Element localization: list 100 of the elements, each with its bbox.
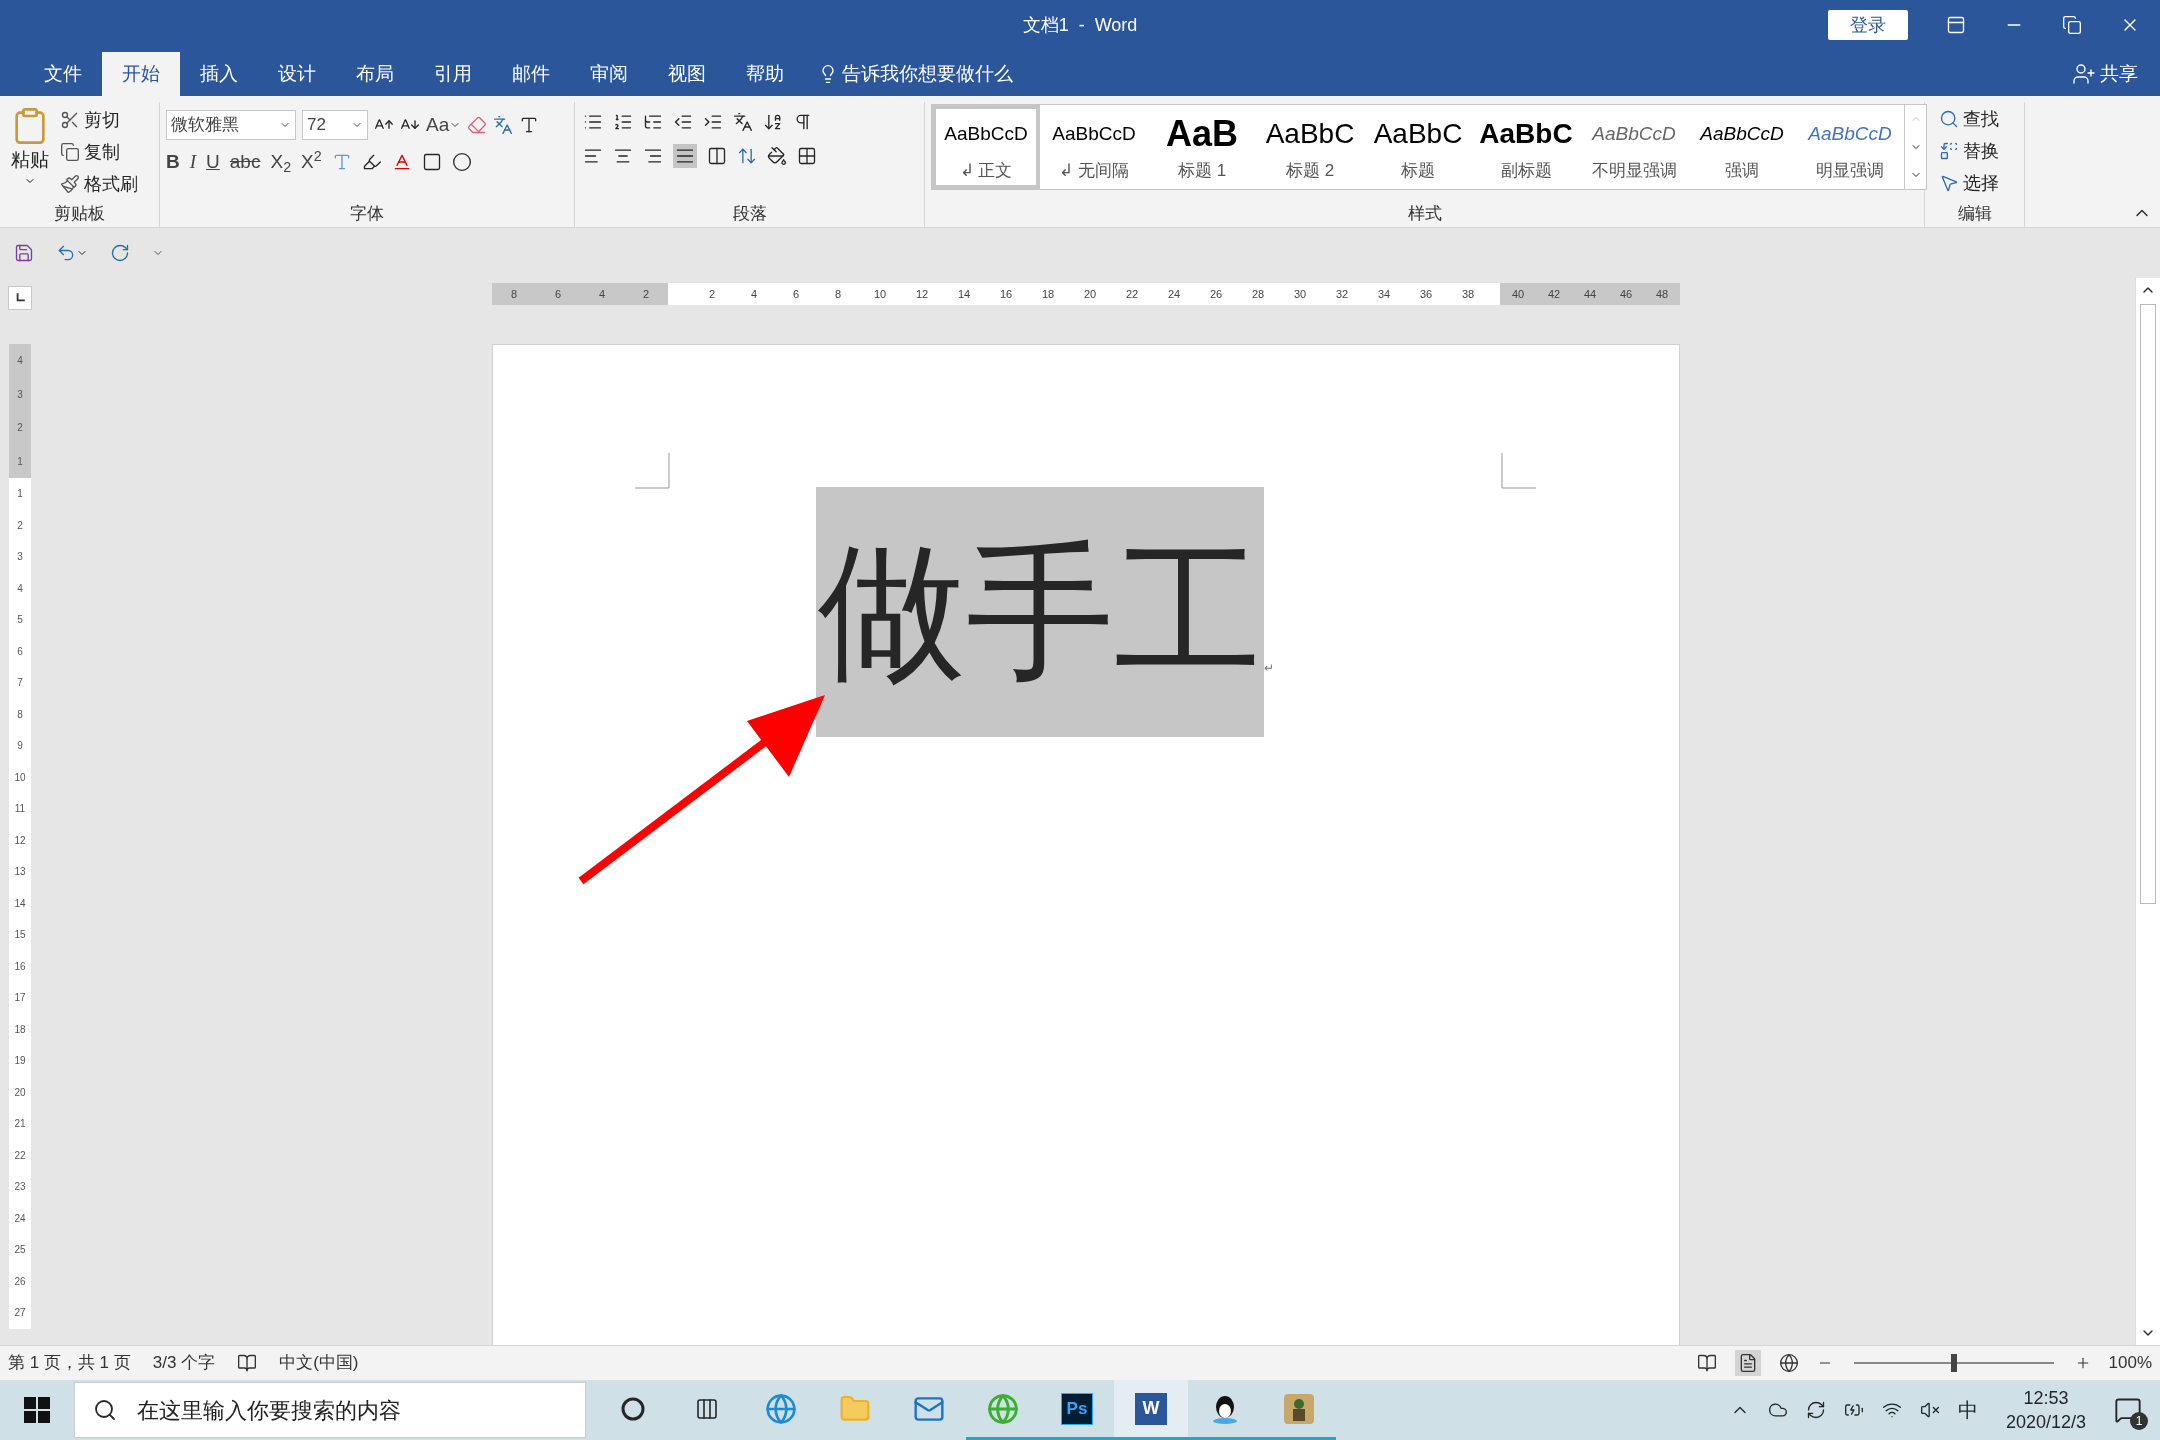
ribbon-tab[interactable]: 视图: [648, 52, 726, 96]
sign-in-button[interactable]: 登录: [1828, 10, 1908, 40]
ruler-number: 2: [17, 421, 23, 436]
distributed-icon[interactable]: [707, 146, 727, 166]
ruler-number: 42: [1547, 286, 1561, 302]
style-item[interactable]: AaBbCcD ↲ 无间隔: [1040, 105, 1148, 189]
ruler-number: 4: [17, 581, 23, 596]
zoom-thumb[interactable]: [1950, 1354, 1957, 1372]
ruler-number: 16: [14, 959, 26, 974]
editing-command[interactable]: 查找: [1939, 104, 1999, 134]
task-view-icon: [695, 1396, 719, 1421]
style-item[interactable]: AaBbCcD 明显强调: [1796, 105, 1904, 189]
style-item[interactable]: AaBbC 标题: [1364, 105, 1472, 189]
web-layout-icon[interactable]: [1778, 1353, 1799, 1373]
ruler-number: 12: [14, 833, 26, 848]
style-item[interactable]: AaBbC 标题 2: [1256, 105, 1364, 189]
borders-icon[interactable]: [797, 146, 817, 166]
clipboard-command[interactable]: 格式刷: [60, 170, 138, 198]
scrollbar-thumb[interactable]: [2140, 304, 2156, 904]
font-size-combo[interactable]: 72: [302, 110, 368, 140]
ribbon-display-icon[interactable]: [1946, 15, 1966, 35]
style-item[interactable]: AaBbCcD 不明显强调: [1580, 105, 1688, 189]
ruler-number: 48: [1655, 286, 1669, 302]
taskbar-search-field[interactable]: 在这里输入你要搜索的内容: [74, 1382, 586, 1438]
ribbon-tab[interactable]: 布局: [336, 52, 414, 96]
sort-icon[interactable]: [763, 112, 783, 132]
ruler-number: 8: [833, 286, 843, 302]
character-shading-icon[interactable]: [421, 152, 442, 173]
style-item[interactable]: AaBbC 副标题: [1472, 105, 1580, 189]
asian-layout-icon[interactable]: [733, 112, 753, 132]
ribbon-tab[interactable]: 插入: [180, 52, 258, 96]
tell-me-search[interactable]: 告诉我你想要做什么: [804, 52, 1027, 96]
ruler-number: 11: [14, 802, 26, 817]
paste-button[interactable]: 粘贴: [0, 102, 60, 201]
input-method[interactable]: 中: [1957, 1395, 1978, 1425]
mute-icon[interactable]: [1919, 1400, 1940, 1420]
ruler-number: 21: [14, 1117, 26, 1132]
taskbar-app[interactable]: W: [1114, 1380, 1188, 1440]
style-item[interactable]: AaBbCcD 强调: [1688, 105, 1796, 189]
read-mode-icon[interactable]: [1696, 1353, 1717, 1373]
proofing-icon[interactable]: [237, 1353, 258, 1373]
ruler-number: 20: [1082, 286, 1098, 302]
editing-command[interactable]: 替换: [1939, 136, 1999, 166]
clipboard-command[interactable]: 复制: [60, 138, 138, 166]
redo-icon[interactable]: [110, 243, 130, 263]
shading-icon[interactable]: [767, 146, 787, 166]
change-case-button[interactable]: Aa: [426, 110, 462, 140]
ruler-number: 18: [14, 1022, 26, 1037]
ribbon-tab[interactable]: 引用: [414, 52, 492, 96]
group-label: 字体: [350, 203, 384, 226]
format-button[interactable]: I: [189, 148, 197, 177]
format-button[interactable]: abc: [229, 148, 261, 177]
ruler-number: 25: [14, 1243, 26, 1258]
ribbon-tab[interactable]: 帮助: [726, 52, 804, 96]
ruler-number: 14: [14, 896, 26, 911]
cloud-icon[interactable]: [1767, 1400, 1788, 1420]
save-icon[interactable]: [14, 243, 34, 263]
justify-button[interactable]: [673, 144, 697, 168]
share-button[interactable]: 共享: [2072, 52, 2138, 96]
zoom-level[interactable]: 100%: [2108, 1350, 2152, 1376]
ruler-number: 2: [17, 518, 23, 533]
numbering-icon[interactable]: [613, 112, 633, 132]
ribbon-tab[interactable]: 邮件: [492, 52, 570, 96]
clipboard-command[interactable]: 剪切: [60, 106, 138, 134]
language[interactable]: 中文(中国): [279, 1350, 359, 1376]
format-button[interactable]: B: [166, 148, 180, 177]
ribbon-tab[interactable]: 设计: [258, 52, 336, 96]
clock[interactable]: 12:53 2020/12/3: [1995, 1386, 2096, 1434]
ribbon-tab[interactable]: 文件: [24, 52, 102, 96]
editing-command[interactable]: 选择: [1939, 168, 1999, 198]
sync-icon[interactable]: [1805, 1400, 1826, 1420]
ribbon-tab[interactable]: 开始: [102, 52, 180, 96]
windows-logo-icon[interactable]: [24, 1397, 50, 1423]
group-label: 剪贴板: [54, 203, 105, 226]
format-button[interactable]: X$_{2}$: [270, 148, 292, 177]
ruler-number: 23: [14, 1180, 26, 1195]
notification-icon[interactable]: [2114, 1396, 2142, 1424]
phonetic-guide-icon[interactable]: [493, 115, 514, 135]
format-button[interactable]: U: [206, 148, 220, 177]
ruler-number: 10: [872, 286, 888, 302]
selected-text: 做手工: [816, 487, 1264, 737]
notification-badge: 1: [2130, 1412, 2148, 1430]
style-item[interactable]: AaBbCcD ↲ 正文: [932, 105, 1040, 189]
paragraph-mark: ↵: [1264, 660, 1274, 677]
line-spacing-icon[interactable]: [737, 146, 757, 166]
ruler-number: 26: [1208, 286, 1224, 302]
eraser-icon[interactable]: [467, 115, 488, 135]
enclose-character-icon[interactable]: [451, 152, 472, 173]
font-name-combo[interactable]: 微软雅黑: [166, 110, 296, 140]
format-button[interactable]: X$^{2}$: [301, 148, 322, 177]
page-count[interactable]: 第 1 页，共 1 页: [8, 1350, 131, 1376]
style-item[interactable]: AaB 标题 1: [1148, 105, 1256, 189]
restore-icon[interactable]: [2062, 15, 2082, 35]
tab-selector[interactable]: [8, 286, 32, 310]
search-icon: [93, 1398, 117, 1422]
word-count[interactable]: 3/3 个字: [152, 1350, 216, 1376]
vertical-scrollbar[interactable]: [2135, 278, 2160, 1345]
undo-icon[interactable]: [56, 243, 76, 263]
ruler-number: 19: [14, 1054, 26, 1069]
ribbon-tab[interactable]: 审阅: [570, 52, 648, 96]
